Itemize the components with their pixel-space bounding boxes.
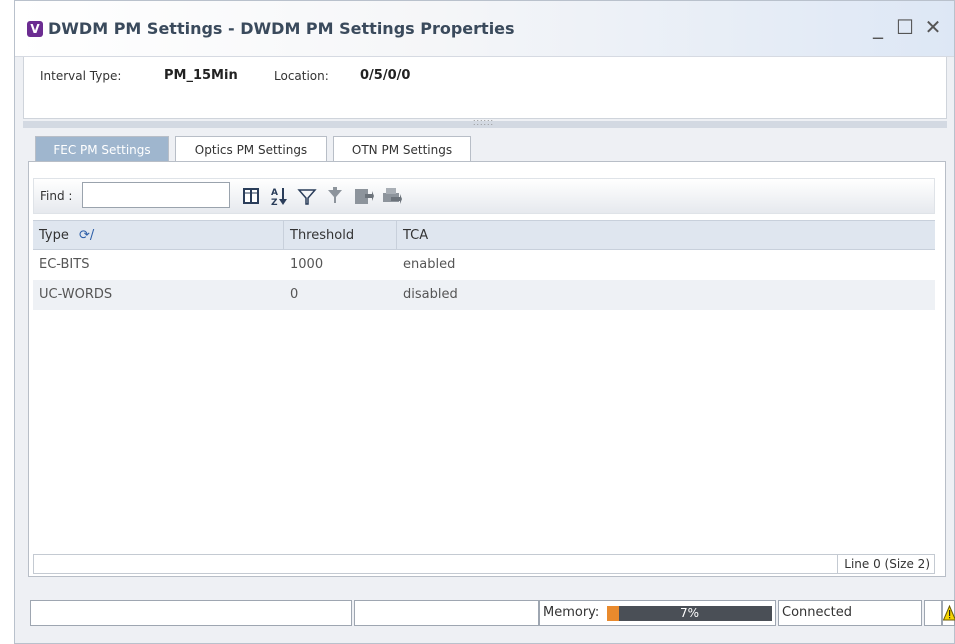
cell-type: UC-WORDS — [39, 287, 113, 302]
find-input[interactable] — [82, 182, 230, 208]
column-header-tca[interactable]: TCA — [397, 221, 933, 249]
window-title: DWDM PM Settings - DWDM PM Settings Prop… — [48, 19, 515, 38]
properties-header: Interval Type: PM_15Min Location: 0/5/0/… — [23, 57, 947, 119]
table-toolbar: Find : A Z — [33, 178, 935, 214]
title-bar: V DWDM PM Settings - DWDM PM Settings Pr… — [15, 1, 954, 57]
tab-content-panel: Find : A Z Type ⟳/ Threshold TCA EC-BITS… — [28, 161, 946, 577]
memory-bar: 7% — [607, 606, 772, 621]
svg-text:Z: Z — [271, 198, 278, 207]
tab-optics-pm-settings[interactable]: Optics PM Settings — [175, 136, 327, 163]
splitter[interactable]: :::::: — [23, 117, 947, 128]
minimize-button[interactable]: _ — [867, 15, 889, 39]
location-value: 0/5/0/0 — [360, 68, 411, 83]
column-chooser-icon[interactable] — [240, 185, 262, 207]
row-count-label: Line 0 (Size 2) — [837, 555, 934, 573]
table-row[interactable]: EC-BITS 1000 enabled — [33, 250, 935, 280]
cell-type: EC-BITS — [39, 257, 90, 272]
location-label: Location: — [274, 69, 329, 83]
warning-icon[interactable] — [942, 600, 955, 626]
connection-status: Connected — [778, 600, 922, 626]
print-icon[interactable] — [380, 185, 402, 207]
advanced-filter-icon[interactable] — [324, 185, 346, 207]
sort-az-icon[interactable]: A Z — [268, 185, 290, 208]
cell-tca: disabled — [403, 287, 458, 302]
close-button[interactable]: ✕ — [922, 15, 944, 39]
interval-type-value: PM_15Min — [164, 68, 238, 83]
find-label: Find : — [40, 189, 73, 203]
column-header-type[interactable]: Type ⟳/ — [33, 221, 283, 249]
app-logo-icon: V — [27, 21, 43, 37]
splitter-grip-icon[interactable]: :::::: — [473, 117, 494, 127]
status-field-1 — [30, 600, 352, 626]
filter-icon[interactable] — [296, 185, 318, 207]
interval-type-label: Interval Type: — [40, 69, 122, 83]
status-field-empty — [924, 600, 942, 626]
table-footer: Line 0 (Size 2) — [33, 554, 935, 574]
table-row[interactable]: UC-WORDS 0 disabled — [33, 280, 935, 310]
export-icon[interactable] — [352, 185, 374, 207]
memory-indicator: Memory: 7% — [539, 600, 776, 626]
memory-percent: 7% — [679, 606, 700, 620]
cell-threshold: 0 — [290, 287, 299, 302]
cell-tca: enabled — [403, 257, 456, 272]
memory-label: Memory: — [543, 605, 600, 620]
column-header-type-label: Type — [39, 228, 69, 243]
sort-refresh-icon[interactable]: ⟳/ — [79, 228, 94, 243]
tab-otn-pm-settings[interactable]: OTN PM Settings — [333, 136, 471, 163]
table-header: Type ⟳/ Threshold TCA — [33, 220, 935, 250]
tab-fec-pm-settings[interactable]: FEC PM Settings — [35, 136, 169, 163]
tab-strip: FEC PM Settings Optics PM Settings OTN P… — [23, 136, 947, 163]
status-bar: Memory: 7% Connected — [14, 600, 955, 626]
column-header-threshold[interactable]: Threshold — [284, 221, 396, 249]
maximize-button[interactable]: ☐ — [894, 15, 916, 39]
cell-threshold: 1000 — [290, 257, 324, 272]
svg-text:A: A — [271, 188, 278, 198]
status-field-2 — [354, 600, 539, 626]
